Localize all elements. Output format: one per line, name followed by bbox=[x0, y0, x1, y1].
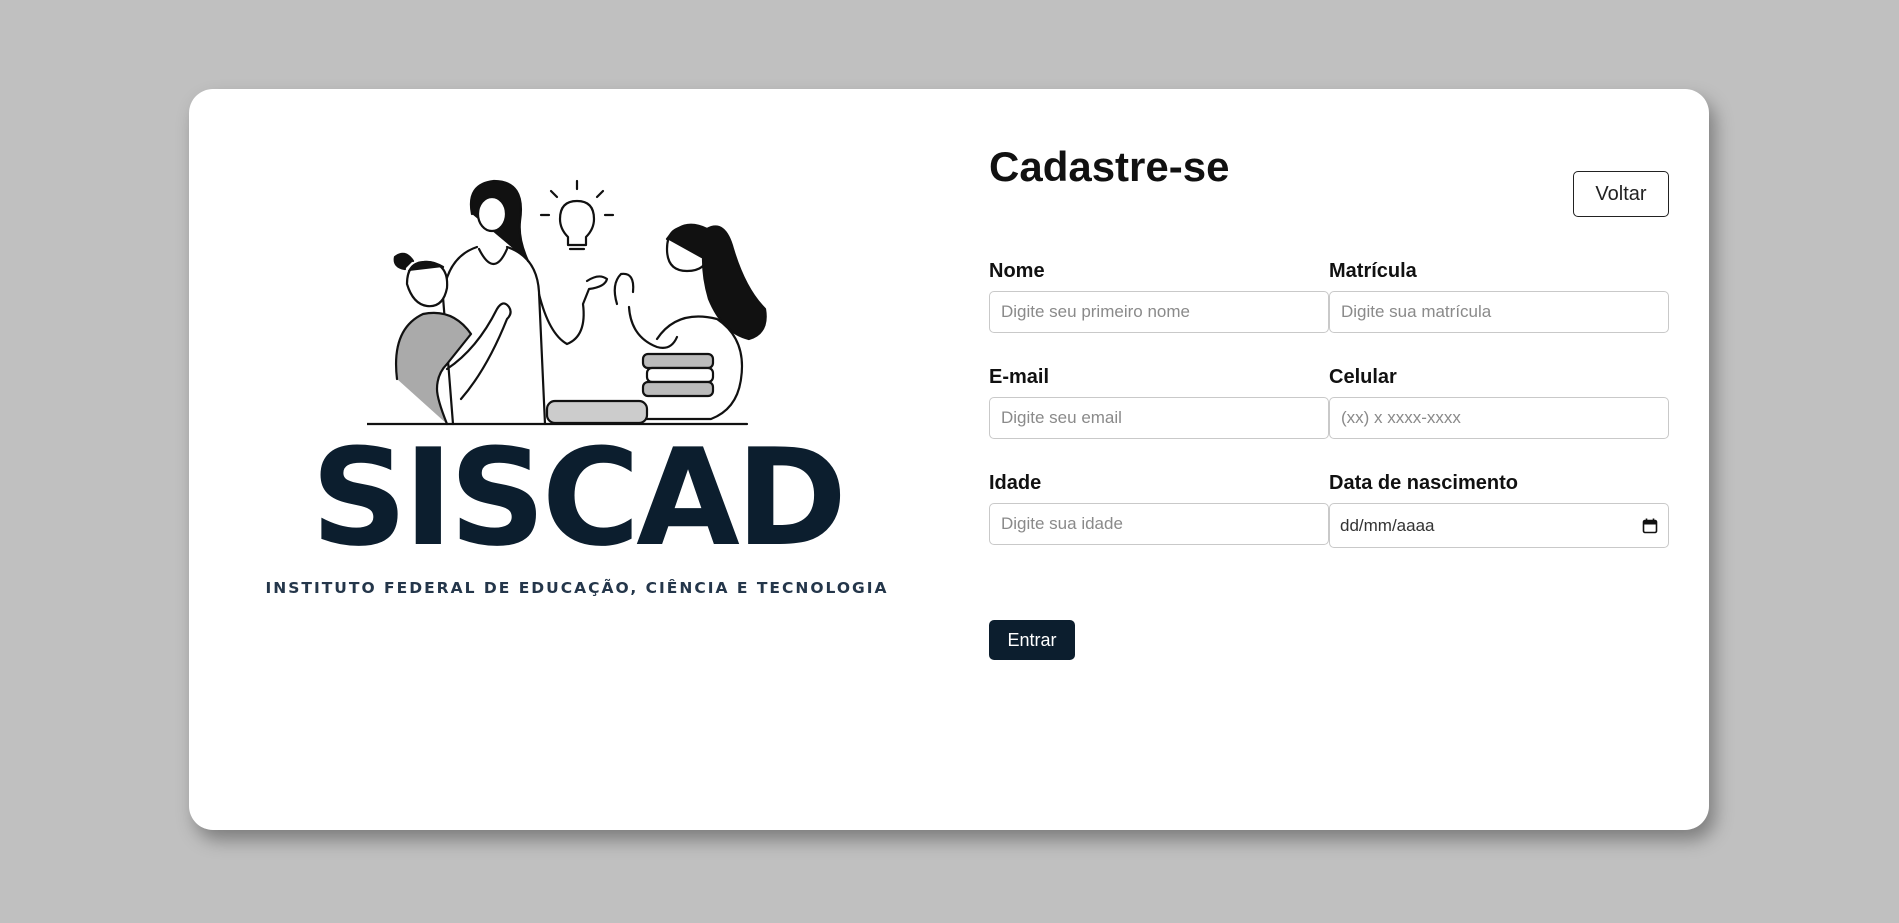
celular-label: Celular bbox=[1329, 366, 1397, 388]
brand-name: SISCAD bbox=[310, 420, 847, 576]
calendar-icon[interactable] bbox=[1642, 518, 1658, 534]
submit-button[interactable]: Entrar bbox=[989, 620, 1075, 660]
nome-field-group: Nome bbox=[989, 257, 1329, 333]
nascimento-field-group: Data de nascimento dd/mm/aaaa bbox=[1329, 469, 1669, 548]
celular-field-group: Celular bbox=[1329, 363, 1669, 439]
birthdate-input[interactable]: dd/mm/aaaa bbox=[1329, 503, 1669, 548]
nome-input[interactable] bbox=[989, 291, 1329, 333]
matricula-field-group: Matrícula bbox=[1329, 257, 1669, 333]
brand-logo: SISCAD bbox=[247, 420, 907, 576]
email-label: E-mail bbox=[989, 366, 1050, 388]
birthdate-placeholder: dd/mm/aaaa bbox=[1340, 515, 1435, 535]
nome-label: Nome bbox=[989, 260, 1045, 282]
page-title: Cadastre-se bbox=[989, 143, 1230, 190]
students-illustration-icon bbox=[367, 179, 767, 426]
matricula-label: Matrícula bbox=[1329, 260, 1417, 282]
email-input[interactable] bbox=[989, 397, 1329, 439]
idade-input[interactable] bbox=[989, 503, 1329, 545]
brand-subtitle: INSTITUTO FEDERAL DE EDUCAÇÃO, CIÊNCIA E… bbox=[265, 579, 889, 597]
email-field-group: E-mail bbox=[989, 363, 1329, 439]
idade-field-group: Idade bbox=[989, 469, 1329, 545]
celular-input[interactable] bbox=[1329, 397, 1669, 439]
back-button[interactable]: Voltar bbox=[1573, 171, 1669, 217]
idade-label: Idade bbox=[989, 472, 1042, 494]
signup-card: SISCAD INSTITUTO FEDERAL DE EDUCAÇÃO, CI… bbox=[189, 89, 1709, 830]
logo: SISCAD INSTITUTO FEDERAL DE EDUCAÇÃO, CI… bbox=[247, 179, 907, 699]
nascimento-label: Data de nascimento bbox=[1329, 472, 1518, 494]
matricula-input[interactable] bbox=[1329, 291, 1669, 333]
